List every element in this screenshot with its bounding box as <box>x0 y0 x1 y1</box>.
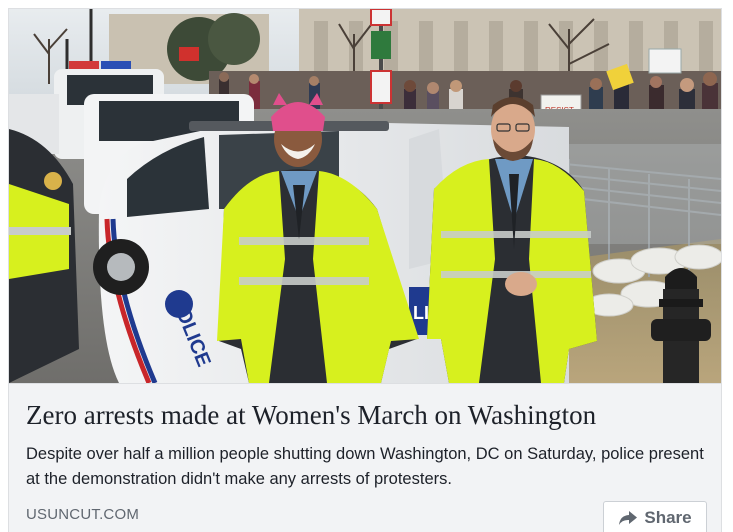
share-arrow-icon <box>618 510 638 526</box>
article-headline[interactable]: Zero arrests made at Women's March on Wa… <box>26 398 716 432</box>
link-preview-card: RESIST <box>8 8 722 532</box>
article-description: Despite over half a million people shutt… <box>26 445 704 488</box>
article-domain[interactable]: USUNCUT.COM <box>26 506 139 523</box>
article-photo[interactable]: RESIST <box>9 9 721 383</box>
share-button-label: Share <box>644 508 692 527</box>
card-text-area: Zero arrests made at Women's March on Wa… <box>9 383 721 532</box>
share-button[interactable]: Share <box>603 501 707 532</box>
police-officers-photo: RESIST <box>9 9 721 383</box>
police-badge-decal <box>165 290 193 318</box>
